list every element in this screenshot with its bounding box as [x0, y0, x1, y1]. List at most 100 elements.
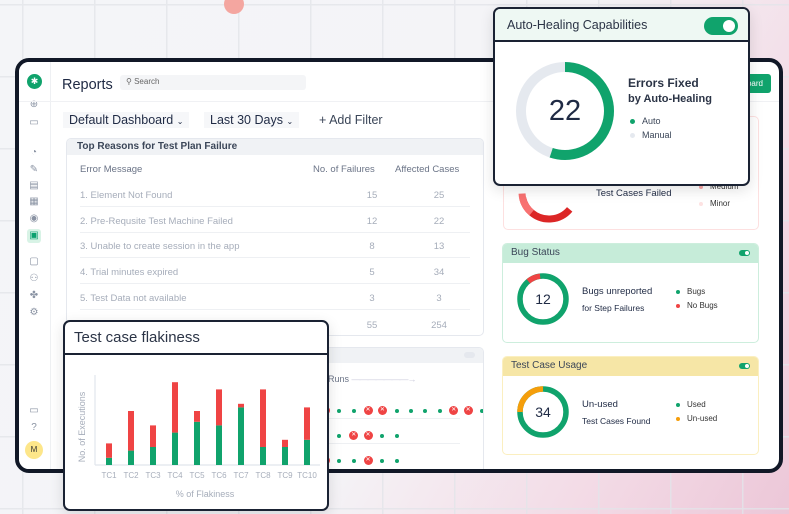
target-icon[interactable]: ◉: [27, 212, 41, 226]
gear-icon[interactable]: ⚙: [27, 306, 41, 320]
affected-count: 34: [433, 267, 445, 279]
error-message: 5. Test Data not available: [80, 292, 187, 304]
report-icon[interactable]: ▣: [27, 229, 41, 243]
auto-healing-value: 22: [548, 95, 582, 127]
bar: [282, 439, 288, 447]
bar: [216, 425, 222, 465]
usage-toggle[interactable]: [739, 363, 750, 369]
failed-run-icon[interactable]: ✕: [363, 431, 373, 440]
x-tick-label: TC1: [101, 471, 117, 480]
passed-run-icon[interactable]: [394, 408, 399, 413]
failures-count: 12: [366, 215, 378, 227]
passed-run-icon[interactable]: [480, 408, 483, 413]
error-message: 2. Pre-Requsite Test Machine Failed: [80, 215, 233, 227]
affected-count: 25: [433, 190, 445, 201]
passed-run-icon[interactable]: [380, 433, 385, 438]
bar: [282, 447, 288, 465]
gauge-icon[interactable]: ◔: [27, 146, 41, 160]
x-axis-label: % of Flakiness: [176, 489, 235, 499]
failures-count: 15: [366, 190, 378, 201]
run-row: ✕✕✕✕✕✕: [318, 406, 483, 415]
bar: [304, 407, 310, 440]
x-tick-label: TC5: [189, 471, 205, 480]
users-icon[interactable]: ⚇: [27, 272, 41, 286]
failures-total: 55: [366, 320, 378, 331]
bug-line1: Bugs unreported: [582, 286, 653, 297]
passed-run-icon[interactable]: [408, 408, 413, 413]
chat-icon[interactable]: ▢: [27, 255, 41, 269]
bug-value: 12: [535, 291, 551, 307]
avatar[interactable]: M: [25, 441, 43, 459]
y-axis-label: No. of Executions: [77, 391, 87, 462]
card-title: Top Reasons for Test Plan Failure: [67, 139, 483, 155]
failed-run-icon[interactable]: ✕: [377, 406, 387, 415]
search-icon: ⚲: [126, 77, 132, 86]
failed-run-icon[interactable]: ✕: [463, 406, 473, 415]
passed-run-icon[interactable]: [423, 408, 428, 413]
help-icon[interactable]: ?: [27, 421, 41, 435]
failed-run-icon[interactable]: ✕: [363, 456, 373, 465]
bar: [106, 457, 112, 465]
bar: [150, 447, 156, 465]
date-range-label: Last 30 Days: [210, 113, 283, 127]
test-case-usage-card: Test Case Usage 34 Un-used Test Cases Fo…: [502, 356, 759, 455]
bar: [194, 411, 200, 422]
card-toggle[interactable]: [464, 352, 475, 358]
chevron-down-icon: ⌄: [176, 117, 184, 126]
bug-status-toggle[interactable]: [739, 250, 750, 256]
legend-unused: Un-used: [676, 414, 717, 423]
add-filter-button[interactable]: + Add Filter: [319, 113, 383, 127]
passed-run-icon[interactable]: [337, 458, 342, 463]
passed-run-icon[interactable]: [380, 458, 385, 463]
x-tick-label: TC4: [167, 471, 183, 480]
bug-line2: for Step Failures: [582, 303, 645, 313]
usage-line1: Un-used: [582, 399, 618, 410]
bar: [106, 443, 112, 458]
grid-icon[interactable]: ▦: [27, 195, 41, 209]
bug-status-card: Bug Status 12 Bugs unreported for Step F…: [502, 243, 759, 343]
failed-label: Test Cases Failed: [596, 188, 672, 199]
top-failure-reasons-card: Top Reasons for Test Plan Failure Error …: [66, 138, 484, 336]
failures-count: 8: [369, 241, 375, 253]
passed-run-icon[interactable]: [337, 433, 342, 438]
search-input[interactable]: ⚲ Search: [120, 75, 306, 90]
flakiness-chart: TC1 TC2 TC3 TC4 TC5 TC6 TC7 TC8 TC9 TC10 % of Flak…: [77, 375, 320, 499]
error-message: 4. Trial minutes expired: [80, 267, 179, 279]
legend-minor: Minor: [699, 199, 730, 208]
briefcase-icon[interactable]: ▭: [27, 404, 41, 418]
legend-no-bugs: No Bugs: [676, 301, 718, 310]
passed-run-icon[interactable]: [437, 408, 442, 413]
bar: [128, 450, 134, 465]
search-placeholder: Search: [134, 77, 160, 86]
run-row: ✕✕: [318, 431, 404, 440]
passed-run-icon[interactable]: [351, 458, 356, 463]
passed-run-icon[interactable]: [337, 408, 342, 413]
passed-run-icon[interactable]: [394, 458, 399, 463]
folder-icon[interactable]: ▤: [27, 179, 41, 193]
sidebar: ✱ ⊕ ▭ ◔ ✎ ▤ ▦ ◉ ▣ ▢ ⚇ ✤ ⚙ ▭? M: [19, 62, 51, 469]
monitor-icon[interactable]: ▭: [27, 116, 41, 130]
dashboard-select[interactable]: Default Dashboard ⌄: [63, 112, 190, 128]
failed-run-icon[interactable]: ✕: [363, 406, 373, 415]
bar: [128, 411, 134, 451]
bar: [260, 389, 266, 447]
passed-run-icon[interactable]: [351, 408, 356, 413]
chevron-down-icon: ⌄: [286, 117, 294, 126]
legend-bugs: Bugs: [676, 287, 705, 296]
usage-line2: Test Cases Found: [582, 416, 651, 426]
card-header: [310, 348, 483, 363]
x-tick-label: TC2: [123, 471, 139, 480]
failed-run-icon[interactable]: ✕: [349, 431, 359, 440]
run-row: ✕✕: [318, 456, 404, 465]
auto-healing-line2: by Auto-Healing: [628, 93, 712, 105]
passed-run-icon[interactable]: [394, 433, 399, 438]
column-header: No. of Failures: [313, 164, 375, 175]
pen-icon[interactable]: ✎: [27, 163, 41, 177]
column-header: Error Message: [80, 164, 143, 175]
bar: [304, 439, 310, 465]
puzzle-icon[interactable]: ✤: [27, 289, 41, 303]
date-range-select[interactable]: Last 30 Days ⌄: [204, 112, 300, 128]
affected-count: 22: [433, 215, 445, 227]
failed-run-icon[interactable]: ✕: [449, 406, 459, 415]
auto-healing-toggle[interactable]: [704, 17, 738, 35]
